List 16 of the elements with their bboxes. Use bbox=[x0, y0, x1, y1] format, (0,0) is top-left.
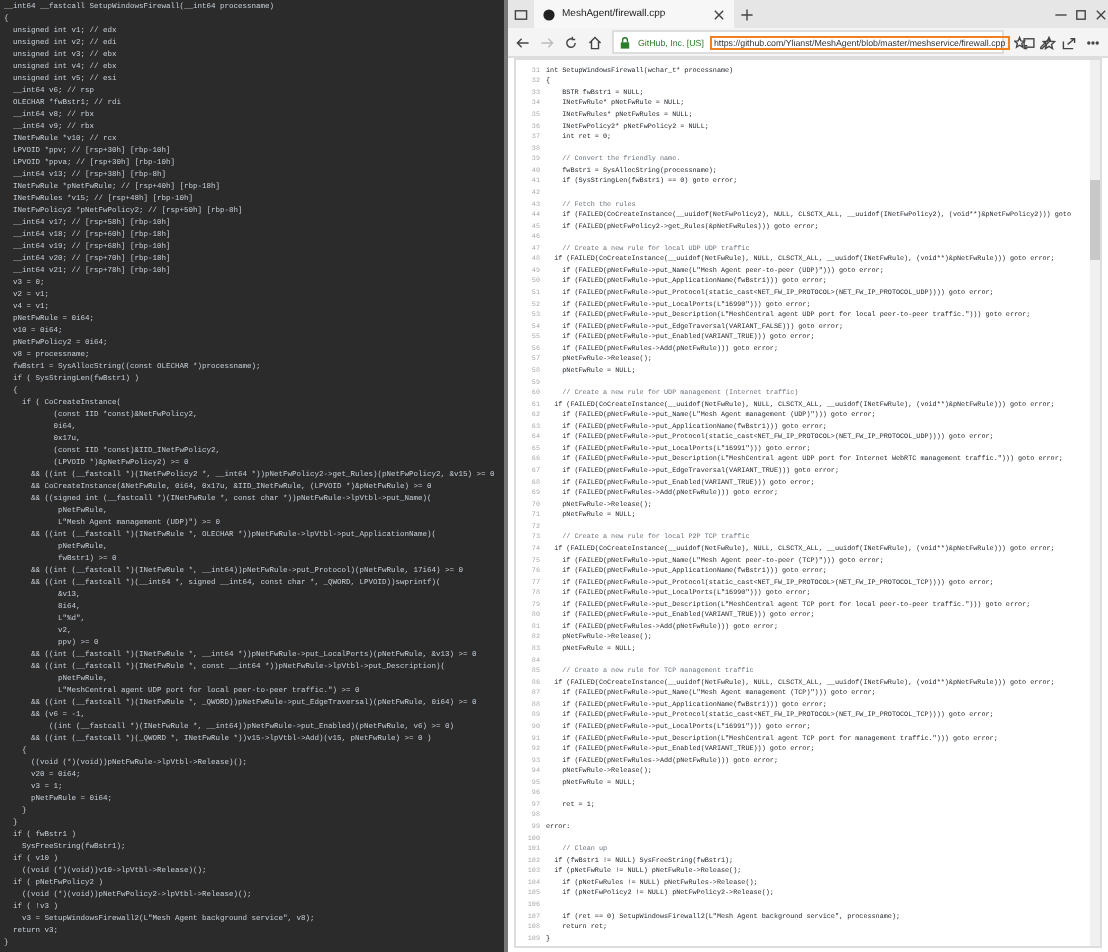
close-icon[interactable] bbox=[712, 7, 726, 21]
refresh-icon[interactable] bbox=[564, 35, 578, 49]
reading-view-icon[interactable] bbox=[1021, 35, 1036, 49]
star-icon[interactable] bbox=[1041, 35, 1056, 49]
scrollbar[interactable] bbox=[1090, 60, 1100, 946]
more-icon[interactable] bbox=[1086, 35, 1100, 49]
lock-icon[interactable] bbox=[618, 35, 632, 49]
tabs-icon[interactable] bbox=[514, 7, 528, 21]
pen-icon[interactable] bbox=[1038, 35, 1052, 49]
favorites-icon[interactable] bbox=[1014, 35, 1028, 49]
maximize-icon[interactable] bbox=[1074, 7, 1088, 21]
close-icon[interactable] bbox=[1094, 7, 1108, 21]
back-icon[interactable] bbox=[516, 35, 530, 49]
plus-icon[interactable] bbox=[740, 7, 754, 21]
home-icon[interactable] bbox=[588, 35, 602, 49]
share-icon[interactable] bbox=[1062, 35, 1076, 49]
